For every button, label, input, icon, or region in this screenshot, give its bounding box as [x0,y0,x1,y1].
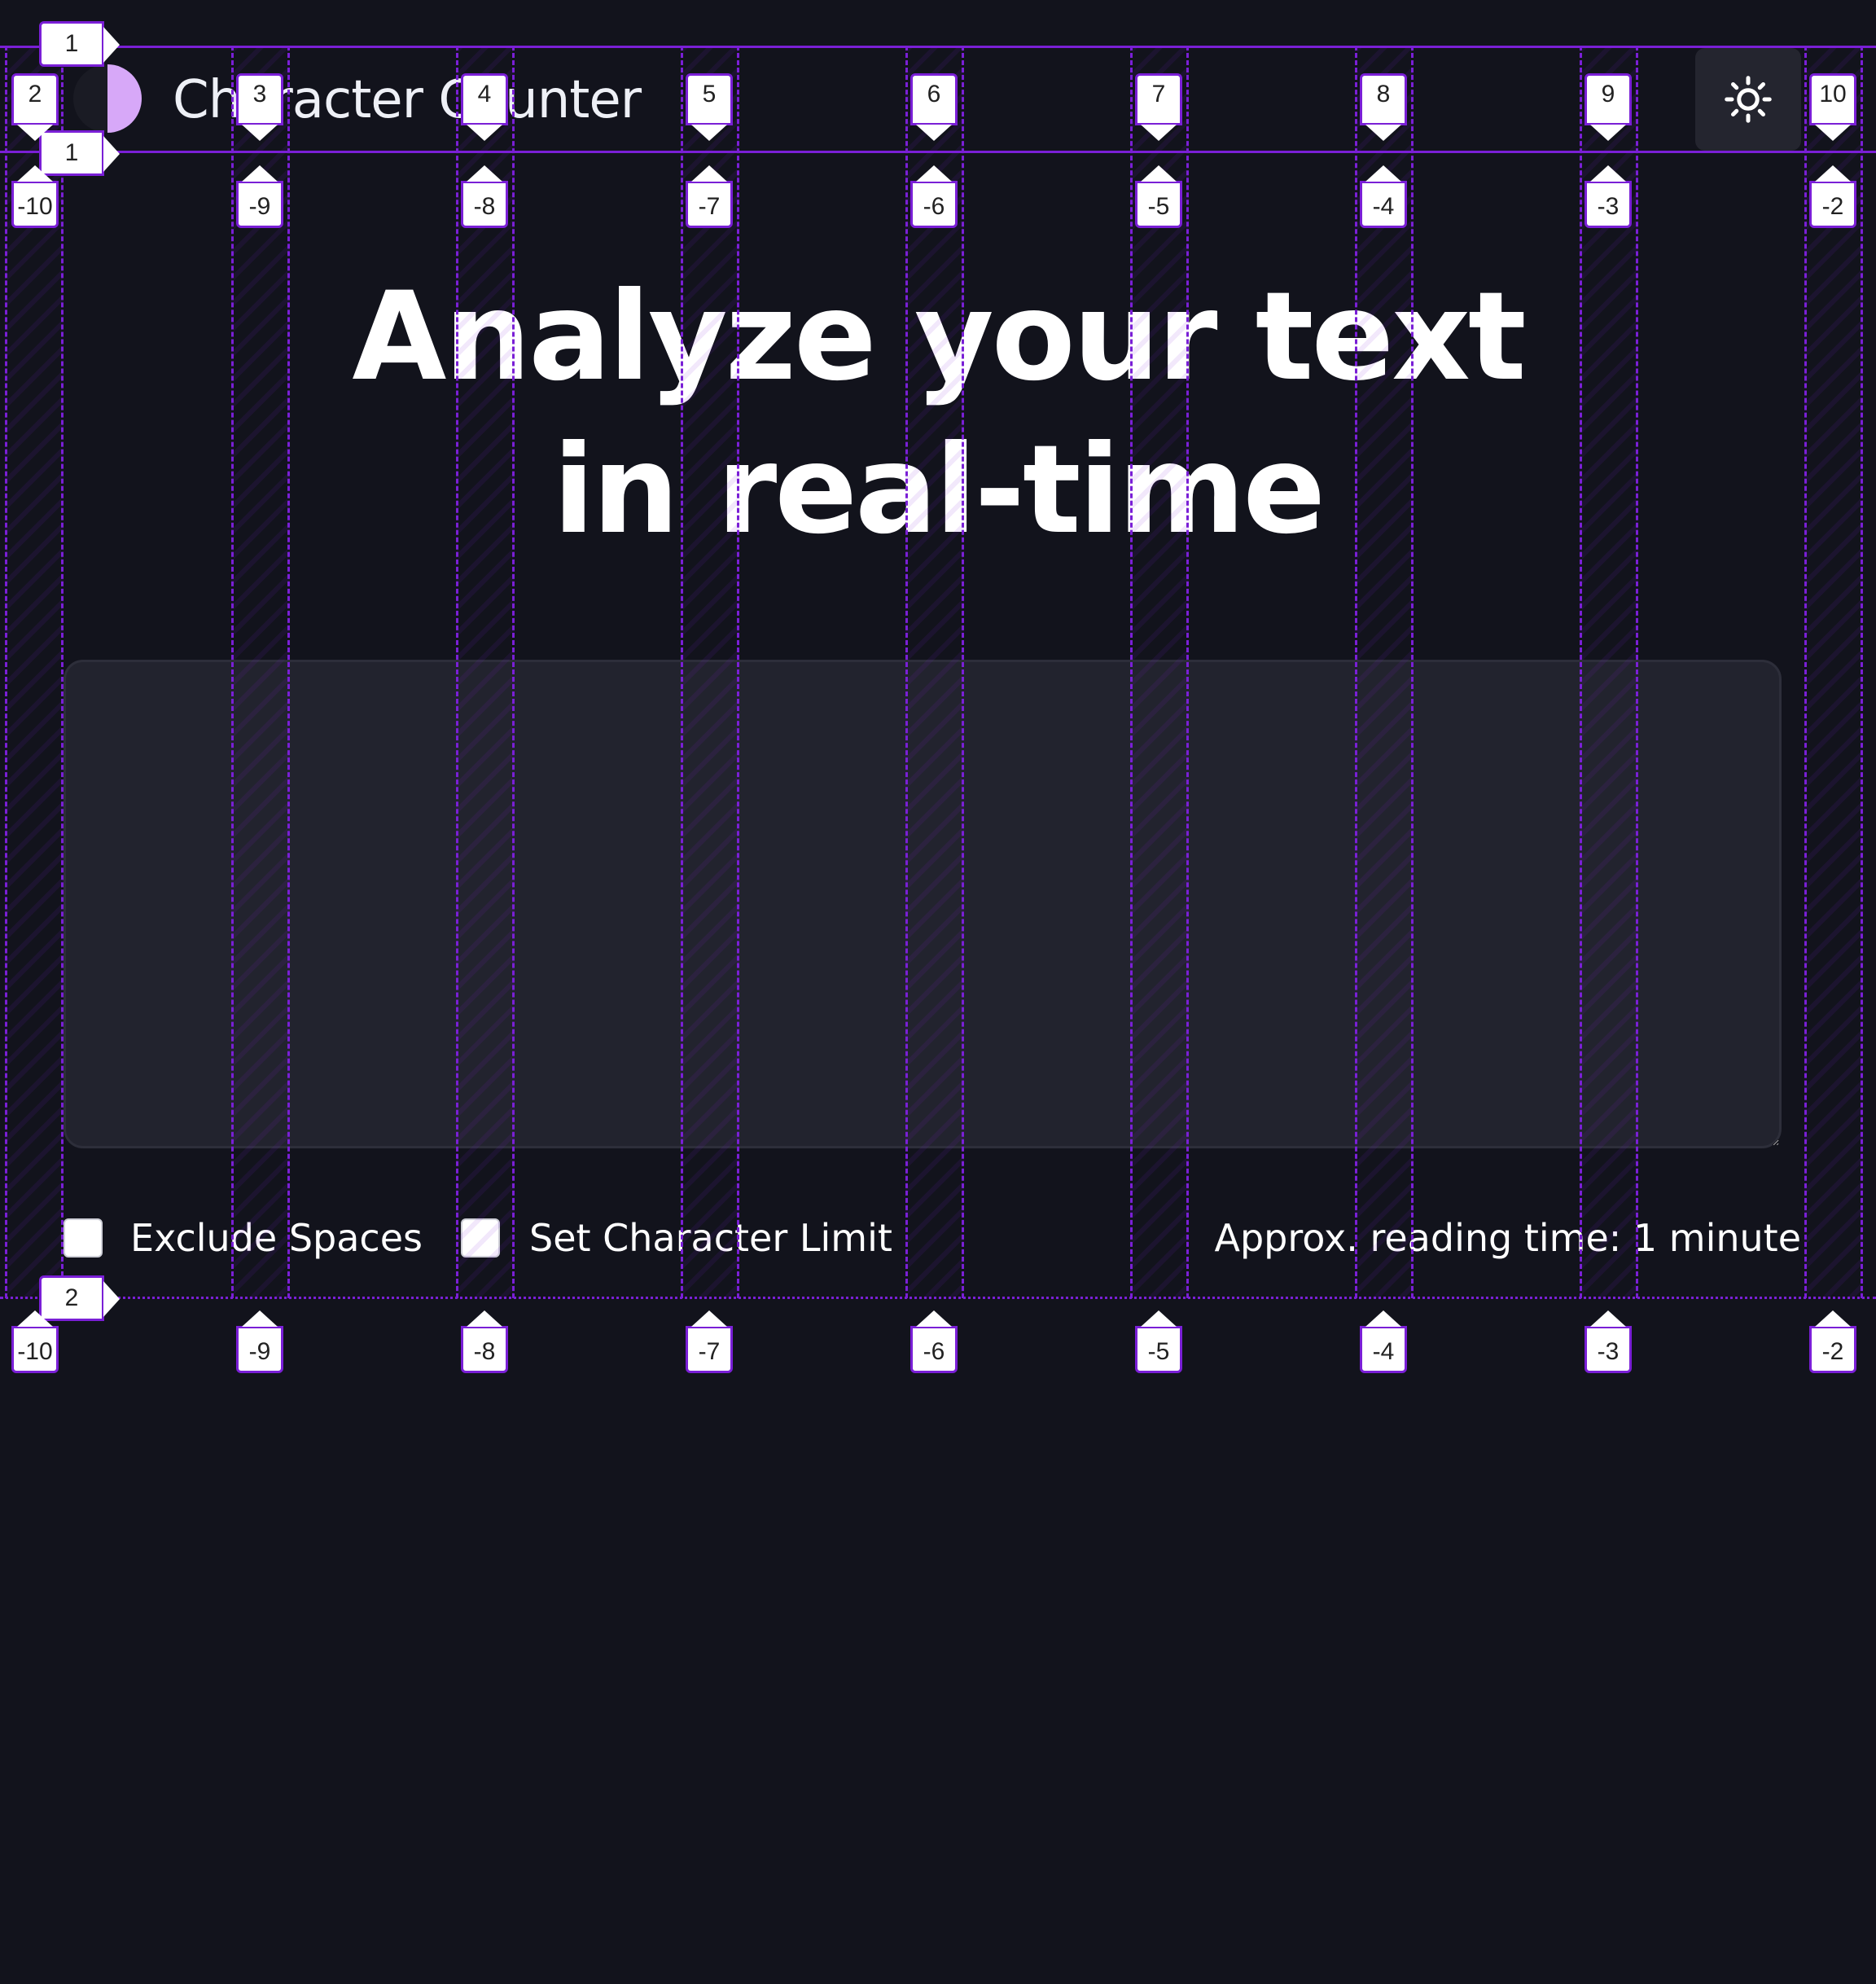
column-marker-upper: -4 [1360,165,1407,228]
hero-line-1: Analyze your text [352,266,1526,408]
char-limit-checkbox[interactable] [461,1218,500,1258]
column-marker-upper: -2 [1809,165,1856,228]
exclude-spaces-checkbox[interactable] [64,1218,103,1258]
reading-time-text: Approx. reading time: 1 minute [1214,1216,1801,1260]
column-marker-upper: -8 [461,165,508,228]
column-marker-upper: -3 [1585,165,1632,228]
column-marker-lower: -8 [461,1310,508,1373]
exclude-spaces-label: Exclude Spaces [130,1216,423,1260]
column-marker-upper: -9 [236,165,283,228]
column-marker-upper: -6 [910,165,958,228]
column-marker-lower: -3 [1585,1310,1632,1373]
app-page: Character Counter Analyze your text in r… [0,0,1876,1984]
row-marker: 2 [39,1275,120,1321]
sun-icon [1725,76,1772,123]
column-marker-lower: -4 [1360,1310,1407,1373]
theme-toggle-button[interactable] [1695,48,1801,151]
app-header: Character Counter [0,46,1876,153]
region-bottom-line [0,1297,1876,1299]
column-marker-lower: -9 [236,1310,283,1373]
hero-line-2: in real-time [552,419,1326,561]
app-title: Character Counter [173,70,642,130]
column-marker-upper: -7 [686,165,733,228]
half-moon-logo-icon [73,64,142,133]
text-input-area[interactable] [64,660,1782,1148]
column-band [5,46,64,1298]
column-marker-lower: -10 [11,1310,59,1373]
hero-heading: Analyze your text in real-time [0,261,1876,567]
column-marker-lower: -6 [910,1310,958,1373]
column-marker-lower: -2 [1809,1310,1856,1373]
char-limit-label: Set Character Limit [529,1216,892,1260]
column-marker-lower: -5 [1135,1310,1182,1373]
column-marker-upper: -5 [1135,165,1182,228]
column-marker-upper: -10 [11,165,59,228]
column-band [1804,46,1863,1298]
column-marker-lower: -7 [686,1310,733,1373]
